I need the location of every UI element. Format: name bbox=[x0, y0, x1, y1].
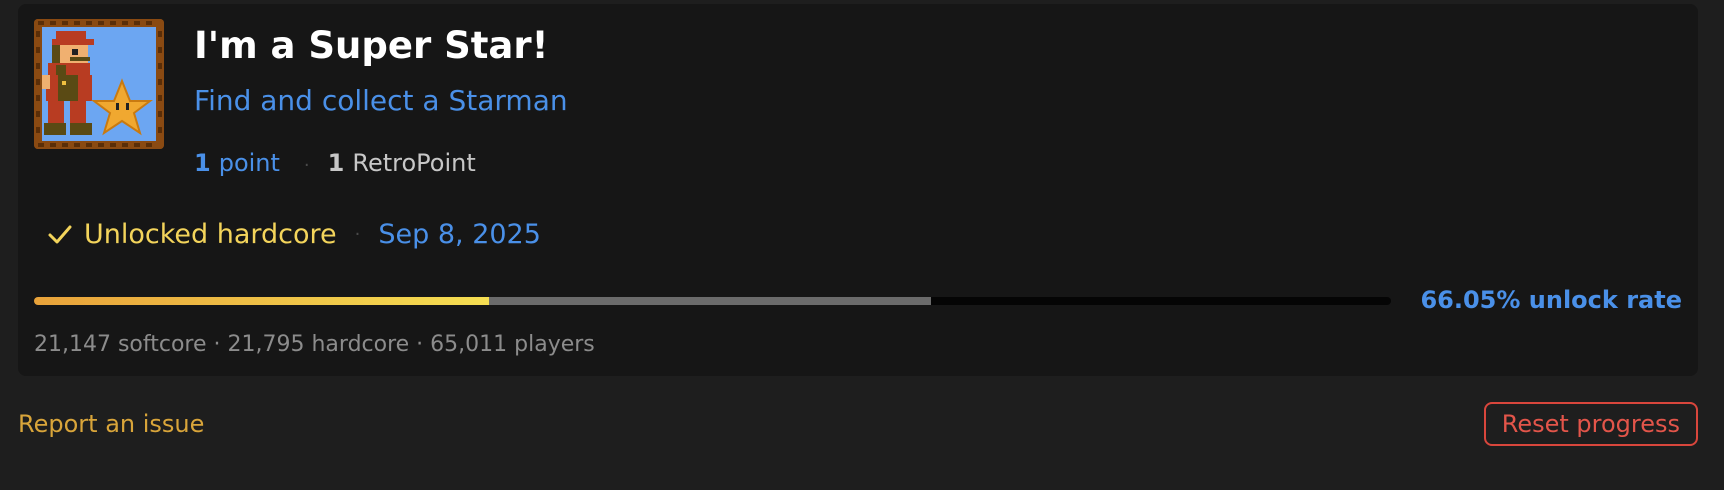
progress-softcore-fill bbox=[488, 297, 931, 305]
check-icon bbox=[46, 221, 74, 249]
report-issue-link[interactable]: Report an issue bbox=[18, 410, 204, 438]
unlock-rate: 66.05% unlock rate bbox=[1420, 286, 1682, 314]
progress-hardcore-fill bbox=[34, 297, 489, 305]
unlock-separator: · bbox=[354, 224, 361, 245]
retropoints-value: 1 bbox=[327, 149, 345, 177]
unlock-date: Sep 8, 2025 bbox=[378, 219, 541, 250]
mario-starman-badge-icon bbox=[34, 19, 164, 149]
player-stats: 21,147 softcore · 21,795 hardcore · 65,0… bbox=[34, 332, 595, 357]
points-value: 1 bbox=[194, 149, 211, 177]
points-row: 1 point · 1 RetroPoint bbox=[194, 149, 476, 177]
unlock-status: Unlocked hardcore bbox=[84, 219, 337, 250]
unlock-progress-bar bbox=[34, 297, 1391, 305]
reset-progress-button[interactable]: Reset progress bbox=[1483, 402, 1698, 446]
points-separator: · bbox=[303, 155, 310, 176]
retropoints-label: RetroPoint bbox=[352, 149, 476, 177]
achievement-description: Find and collect a Starman bbox=[194, 84, 568, 117]
achievement-card: I'm a Super Star! Find and collect a Sta… bbox=[18, 4, 1698, 376]
points-label: point bbox=[218, 149, 280, 177]
unlock-status-row: Unlocked hardcore · Sep 8, 2025 bbox=[46, 219, 541, 250]
achievement-title: I'm a Super Star! bbox=[194, 24, 549, 67]
